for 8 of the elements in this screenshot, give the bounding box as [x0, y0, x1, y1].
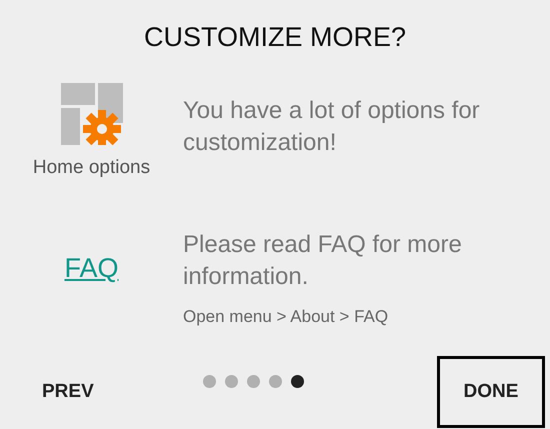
description-text: Please read FAQ for more information.: [183, 230, 463, 292]
icon-label: Home options: [32, 157, 150, 179]
description-text: You have a lot of options for customization!: [183, 96, 481, 158]
page-title: CUSTOMIZE MORE?: [142, 22, 408, 53]
menu-path-text: Open menu > About > FAQ: [183, 307, 390, 327]
done-button[interactable]: DONE: [437, 356, 545, 428]
prev-button[interactable]: PREV: [30, 371, 106, 413]
home-settings-icon: [60, 83, 122, 145]
